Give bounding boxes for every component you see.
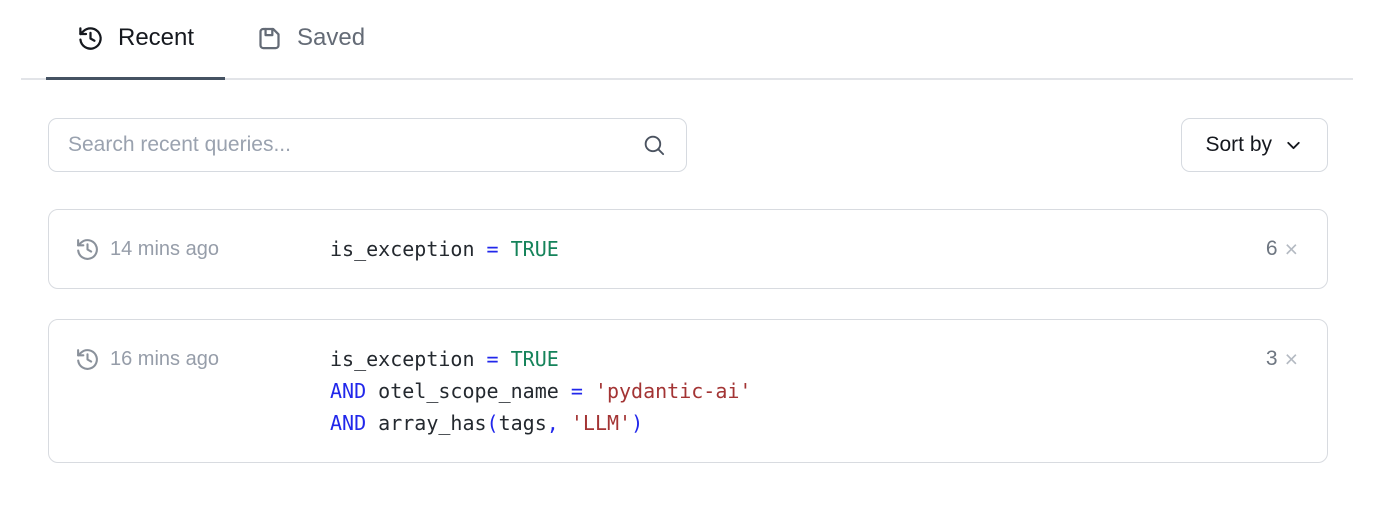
code-line: AND array_has(tags, 'LLM') (330, 407, 1250, 439)
search-icon (642, 133, 667, 158)
history-icon (75, 237, 100, 262)
query-list: 14 mins ago is_exception = TRUE 6 × 16 m… (48, 209, 1328, 463)
query-timestamp: 14 mins ago (110, 238, 219, 261)
toolbar: Sort by (48, 118, 1328, 172)
search-box (48, 118, 687, 172)
sort-by-button[interactable]: Sort by (1181, 118, 1328, 172)
query-code: is_exception = TRUE (330, 233, 1250, 265)
query-run-count: 6 × (1250, 233, 1298, 265)
recent-query-card[interactable]: 16 mins ago is_exception = TRUEAND otel_… (48, 319, 1328, 463)
query-meta: 16 mins ago (75, 343, 330, 375)
tab-recent[interactable]: Recent (46, 0, 225, 78)
times-icon: × (1285, 238, 1298, 261)
history-icon (75, 347, 100, 372)
query-count-value: 3 (1266, 347, 1278, 371)
tab-saved-label: Saved (297, 24, 365, 52)
search-input[interactable] (68, 133, 642, 157)
history-icon (77, 25, 104, 52)
code-line: is_exception = TRUE (330, 343, 1250, 375)
query-run-count: 3 × (1250, 343, 1298, 375)
tab-saved[interactable]: Saved (225, 0, 396, 78)
chevron-down-icon (1283, 135, 1304, 156)
recent-query-card[interactable]: 14 mins ago is_exception = TRUE 6 × (48, 209, 1328, 289)
tab-bar: Recent Saved (21, 0, 1353, 80)
tab-recent-label: Recent (118, 24, 194, 52)
code-line: AND otel_scope_name = 'pydantic-ai' (330, 375, 1250, 407)
code-line: is_exception = TRUE (330, 233, 1250, 265)
query-code: is_exception = TRUEAND otel_scope_name =… (330, 343, 1250, 439)
query-meta: 14 mins ago (75, 233, 330, 265)
query-count-value: 6 (1266, 237, 1278, 261)
times-icon: × (1285, 348, 1298, 371)
query-timestamp: 16 mins ago (110, 348, 219, 371)
save-icon (256, 25, 283, 52)
sort-by-label: Sort by (1205, 133, 1272, 157)
